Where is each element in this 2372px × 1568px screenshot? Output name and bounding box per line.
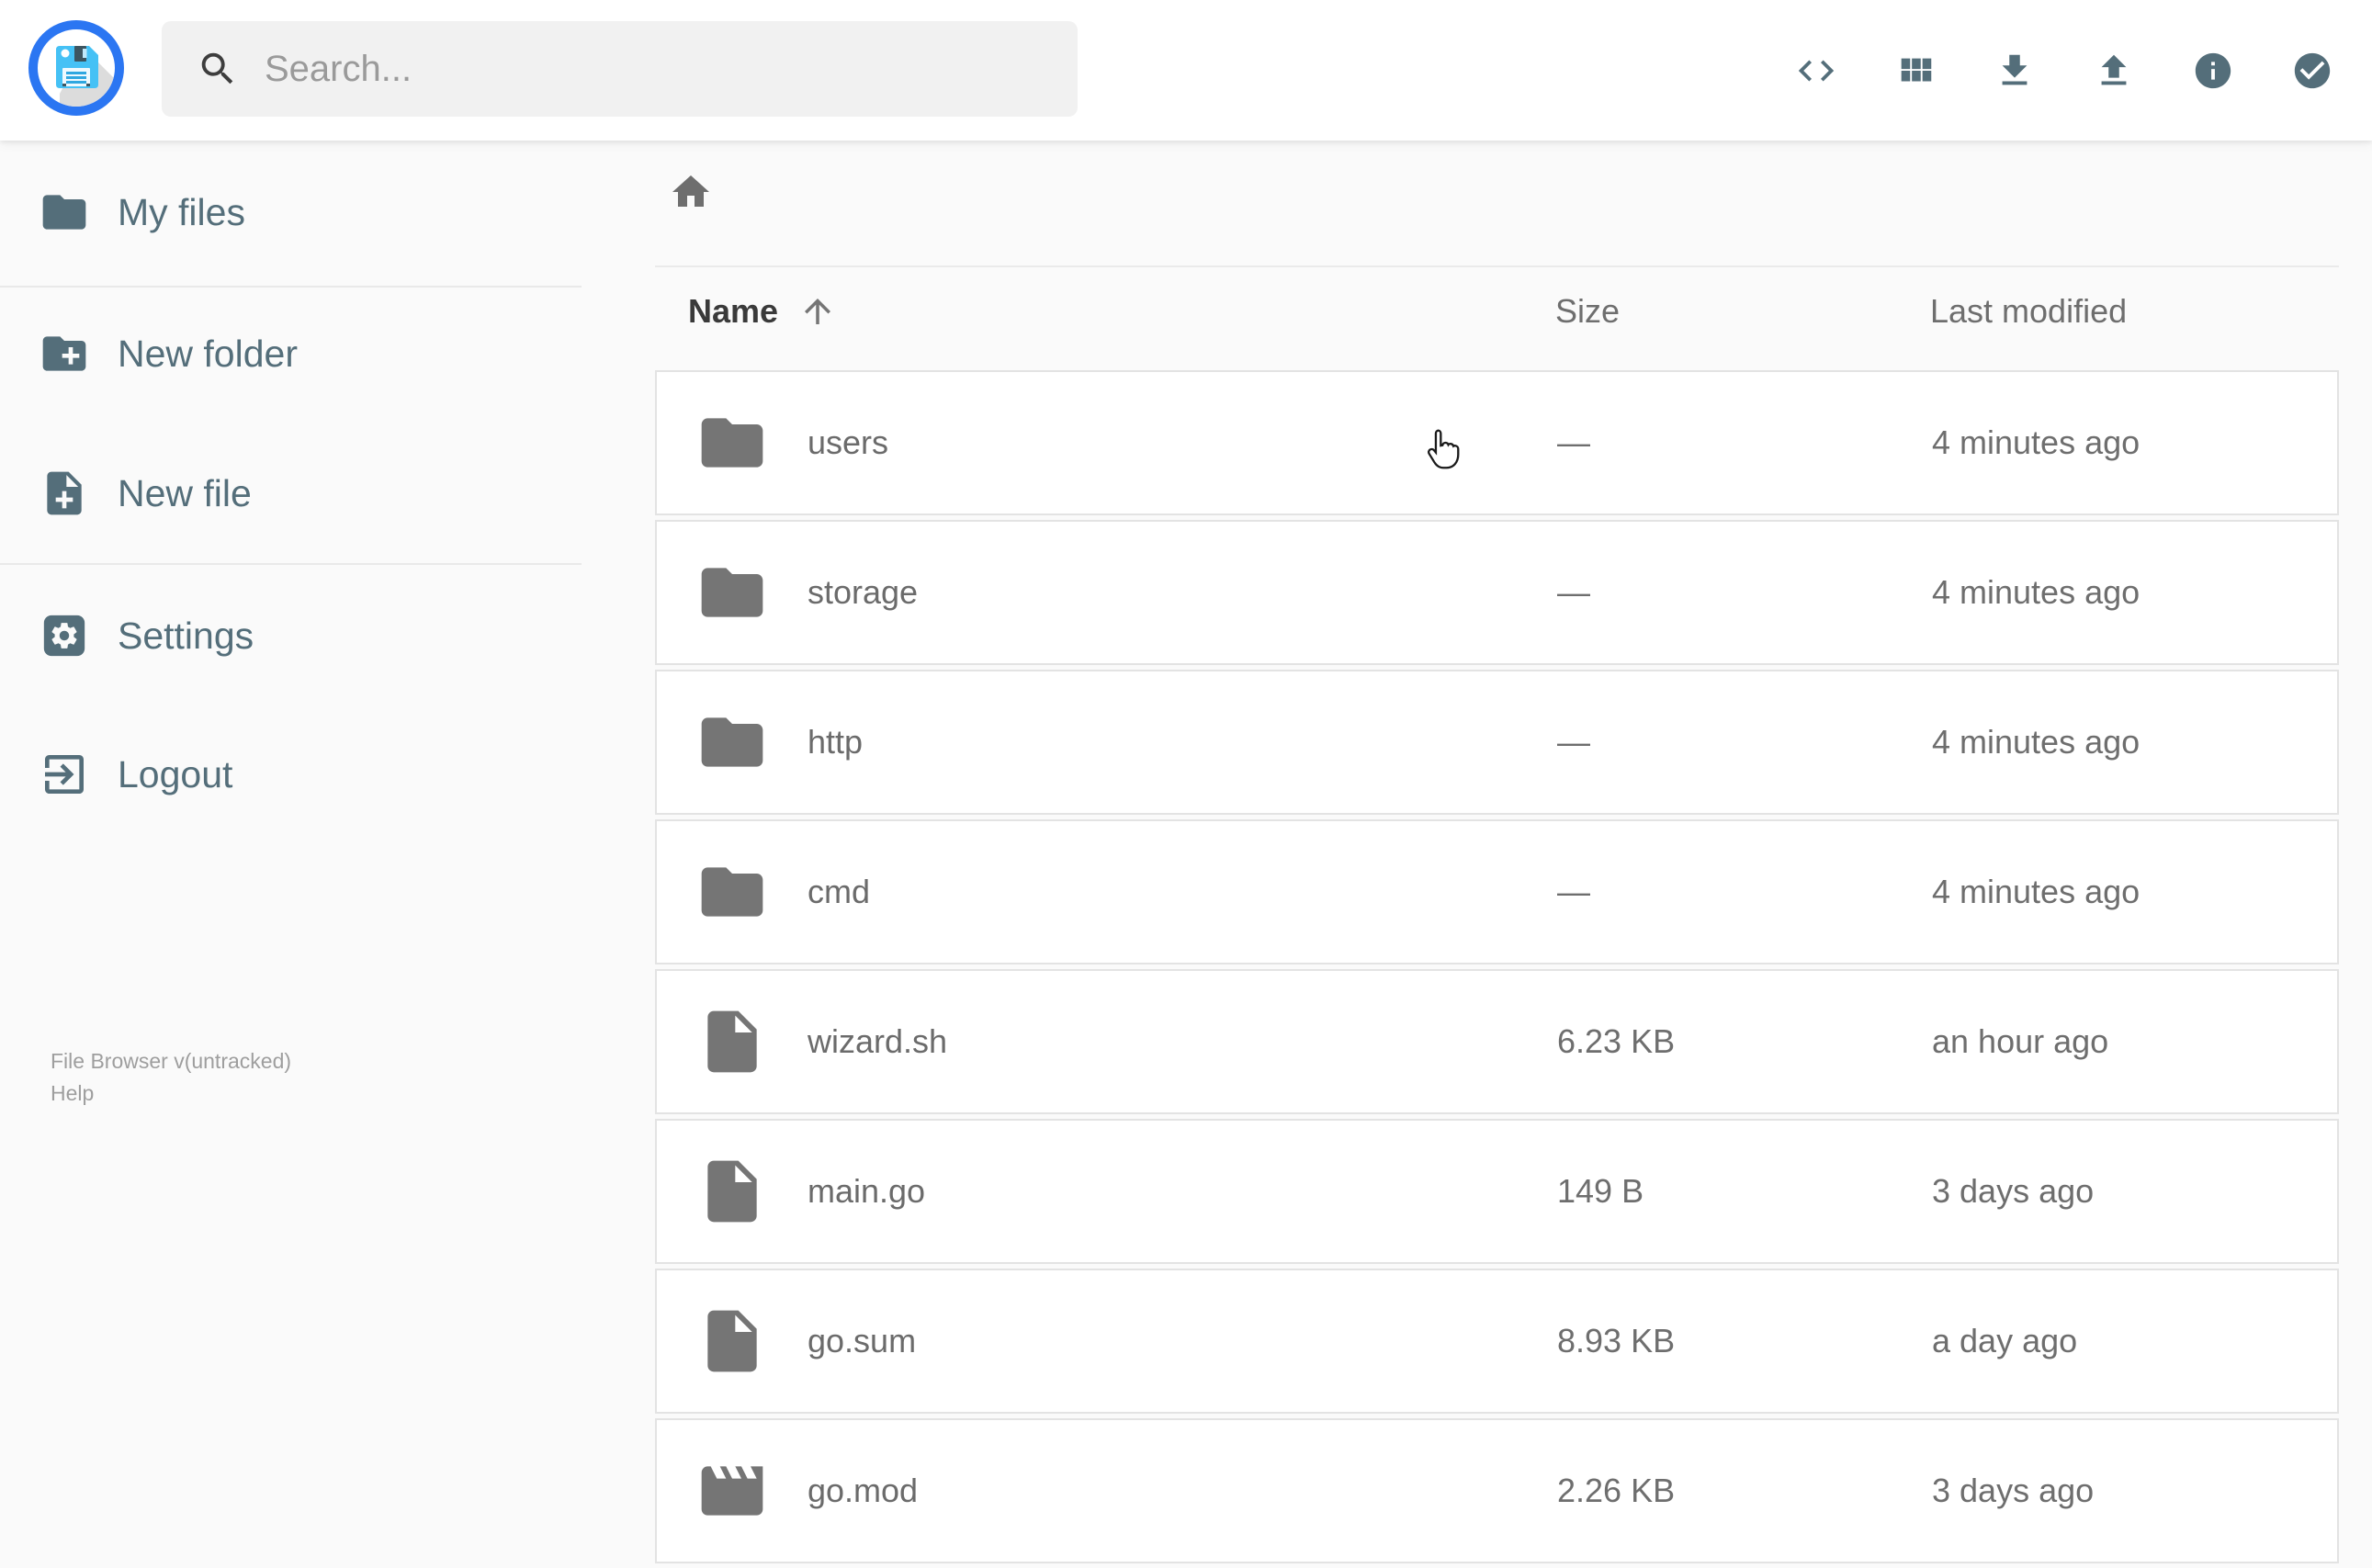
file-modified: 4 minutes ago (1932, 423, 2140, 461)
sidebar-item-logout[interactable]: Logout (0, 719, 582, 829)
file-size: — (1557, 573, 1590, 611)
folder-icon (695, 705, 769, 779)
movie-icon (695, 1454, 769, 1528)
help-link[interactable]: Help (51, 1077, 94, 1110)
file-modified: 4 minutes ago (1932, 873, 2140, 910)
sidebar: My files New folder New file Settings Lo… (0, 141, 582, 1525)
file-modified: an hour ago (1932, 1022, 2109, 1060)
file-name: wizard.sh (808, 1022, 948, 1060)
file-modified: 4 minutes ago (1932, 573, 2140, 611)
sidebar-item-my-files[interactable]: My files (0, 157, 582, 267)
file-size: — (1557, 723, 1590, 761)
breadcrumb-home-icon[interactable] (669, 170, 713, 214)
search-bar (162, 21, 1078, 117)
sidebar-item-label: New folder (118, 332, 298, 375)
sidebar-item-new-file[interactable]: New file (0, 438, 582, 548)
sidebar-divider (0, 286, 582, 288)
column-header-name[interactable]: Name (688, 292, 837, 331)
file-modified: 3 days ago (1932, 1172, 2095, 1210)
table-row[interactable]: main.go 149 B 3 days ago (655, 1119, 2339, 1264)
file-size: 8.93 KB (1557, 1322, 1676, 1359)
file-icon (695, 1155, 769, 1228)
upload-icon[interactable] (2093, 50, 2135, 92)
file-icon (695, 1005, 769, 1078)
sidebar-divider (0, 563, 582, 565)
file-name: storage (808, 573, 919, 611)
file-list: users — 4 minutes ago storage — 4 minute… (655, 370, 2339, 1568)
table-row[interactable]: go.sum 8.93 KB a day ago (655, 1269, 2339, 1414)
select-icon[interactable] (2291, 50, 2333, 92)
file-size: 6.23 KB (1557, 1022, 1676, 1060)
sidebar-item-settings[interactable]: Settings (0, 581, 582, 691)
folder-icon (695, 406, 769, 479)
sort-ascending-icon (798, 292, 837, 331)
list-header: Name Size Last modified (655, 278, 2339, 344)
file-name: go.mod (808, 1472, 919, 1509)
logout-icon (39, 749, 90, 800)
table-row[interactable]: wizard.sh 6.23 KB an hour ago (655, 969, 2339, 1114)
sidebar-item-label: Logout (118, 752, 233, 795)
table-row[interactable]: http — 4 minutes ago (655, 670, 2339, 815)
search-icon (201, 52, 233, 85)
sidebar-item-label: New file (118, 471, 252, 514)
folder-icon (39, 186, 90, 238)
file-size: 149 B (1557, 1172, 1644, 1210)
column-header-modified[interactable]: Last modified (1930, 292, 2127, 331)
file-modified: 4 minutes ago (1932, 723, 2140, 761)
file-name: main.go (808, 1172, 926, 1210)
code-icon[interactable] (1795, 50, 1837, 92)
file-name: users (808, 423, 889, 461)
file-name: cmd (808, 873, 871, 910)
sidebar-item-label: Settings (118, 614, 254, 657)
file-icon (695, 1304, 769, 1378)
header-actions (1795, 0, 2333, 141)
settings-icon (39, 610, 90, 661)
file-modified: a day ago (1932, 1322, 2078, 1359)
file-size: — (1557, 873, 1590, 910)
table-row[interactable]: users — 4 minutes ago (655, 370, 2339, 515)
breadcrumb-divider (655, 265, 2339, 267)
folder-icon (695, 855, 769, 929)
sidebar-item-new-folder[interactable]: New folder (0, 299, 582, 409)
search-input[interactable] (265, 48, 1050, 90)
table-row[interactable]: cmd — 4 minutes ago (655, 819, 2339, 964)
table-row[interactable]: go.mod 2.26 KB 3 days ago (655, 1418, 2339, 1563)
file-name: go.sum (808, 1322, 917, 1359)
create-folder-icon (39, 328, 90, 379)
grid-view-icon[interactable] (1894, 50, 1937, 92)
filebrowser-logo-icon[interactable] (28, 20, 124, 116)
file-name: http (808, 723, 864, 761)
column-header-name-label: Name (688, 292, 779, 330)
file-size: — (1557, 423, 1590, 461)
app-version: File Browser v(untracked) (51, 1049, 292, 1073)
table-row[interactable]: storage — 4 minutes ago (655, 520, 2339, 665)
top-header (0, 0, 2372, 141)
download-icon[interactable] (1994, 50, 2036, 92)
sidebar-item-label: My files (118, 190, 245, 233)
sidebar-footer: File Browser v(untracked) Help (51, 1045, 291, 1110)
folder-icon (695, 556, 769, 629)
create-file-icon (39, 468, 90, 519)
info-icon[interactable] (2192, 50, 2234, 92)
file-size: 2.26 KB (1557, 1472, 1676, 1509)
column-header-size[interactable]: Size (1555, 292, 1620, 331)
file-modified: 3 days ago (1932, 1472, 2095, 1509)
